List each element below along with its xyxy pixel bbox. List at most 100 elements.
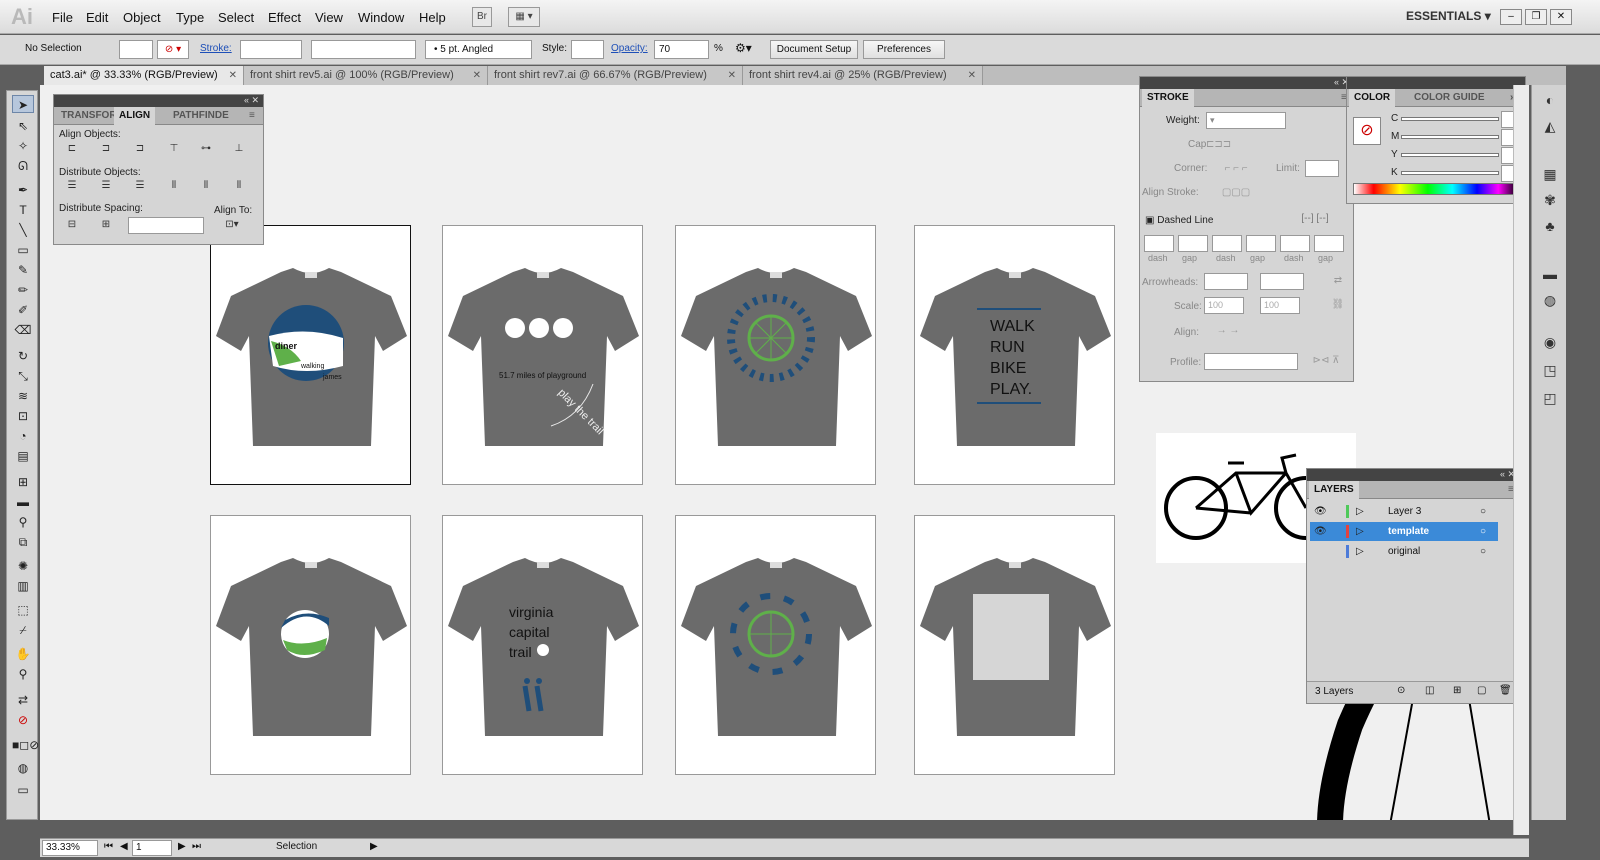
gap-field-3[interactable] [1314, 235, 1344, 252]
restore-icon[interactable]: ❐ [1525, 9, 1547, 25]
panel-header[interactable]: « ✕ [1140, 77, 1353, 89]
horizontal-align-left-icon[interactable]: ⊏ [62, 141, 82, 157]
artboard-tool-icon[interactable]: ⬚ [12, 601, 34, 619]
color-panel-icon[interactable]: ◐ [1540, 91, 1560, 109]
opacity-link[interactable]: Opacity: [611, 40, 648, 59]
tab-front-shirt-rev4[interactable]: front shirt rev4.ai @ 25% (RGB/Preview) ✕ [743, 66, 983, 85]
artboard-5[interactable] [210, 515, 411, 775]
warp-tool-icon[interactable]: ≋ [12, 387, 34, 405]
vertical-distribute-space-icon[interactable]: ⊟ [62, 217, 82, 233]
close-tab-icon[interactable]: ✕ [229, 66, 237, 85]
stroke-link[interactable]: Stroke: [200, 40, 232, 59]
spacing-value-field[interactable] [128, 217, 204, 234]
make-clipping-mask-icon[interactable]: ◫ [1425, 685, 1434, 696]
tab-align[interactable]: ALIGN [114, 107, 156, 125]
eraser-tool-icon[interactable]: ⌫ [12, 321, 34, 339]
menu-effect[interactable]: Effect [268, 10, 301, 25]
distribute-vcenter-icon[interactable]: ☰ [96, 178, 116, 194]
end-arrowhead-select[interactable] [1260, 273, 1304, 290]
tab-pathfinder[interactable]: PATHFINDE [168, 107, 234, 125]
direct-selection-tool-icon[interactable]: ⇖ [12, 117, 34, 135]
expand-triangle-icon[interactable]: ▷ [1356, 502, 1364, 521]
flip-profile-icon[interactable]: ⊳⊲ ⊼ [1306, 353, 1346, 369]
scale-tool-icon[interactable]: ⤡ [12, 367, 34, 385]
stroke-swatch-icon[interactable]: ⊘ ▾ [157, 40, 189, 59]
color-spectrum-bar[interactable] [1353, 183, 1519, 195]
cyan-slider[interactable] [1401, 117, 1499, 121]
brush-definition[interactable]: • 5 pt. Angled [425, 40, 532, 59]
rectangle-tool-icon[interactable]: ▭ [12, 241, 34, 259]
dash-field-2[interactable] [1212, 235, 1242, 252]
align-stroke-center-icon[interactable]: ▢▢▢ [1206, 185, 1266, 201]
distribute-right-icon[interactable]: ⫴ [229, 178, 249, 194]
artboard-4[interactable]: WALK RUN BIKE PLAY. [914, 225, 1115, 485]
profile-select[interactable] [1204, 353, 1298, 370]
status-menu-icon[interactable]: ▶ [370, 841, 378, 852]
magic-wand-tool-icon[interactable]: ✧ [12, 137, 34, 155]
vertical-align-top-icon[interactable]: ⊤ [164, 141, 184, 157]
tab-front-shirt-rev7[interactable]: front shirt rev7.ai @ 66.67% (RGB/Previe… [488, 66, 743, 85]
new-sublayer-icon[interactable]: ⊞ [1453, 685, 1461, 696]
line-tool-icon[interactable]: ╲ [12, 221, 34, 239]
close-tab-icon[interactable]: ✕ [728, 66, 736, 85]
link-scale-icon[interactable]: ⛓ [1328, 297, 1348, 313]
swap-fill-stroke-icon[interactable]: ⇄ [12, 691, 34, 709]
black-slider[interactable] [1401, 171, 1499, 175]
paintbrush-tool-icon[interactable]: ✎ [12, 261, 34, 279]
symbols-icon[interactable]: ♣ [1540, 217, 1560, 235]
distribute-bottom-icon[interactable]: ☰ [130, 178, 150, 194]
stroke-icon[interactable]: ▬ [1540, 265, 1560, 283]
arrange-documents-icon[interactable]: ▦ ▾ [508, 7, 540, 27]
preferences-button[interactable]: Preferences [863, 40, 945, 59]
graphic-style-picker[interactable] [571, 40, 604, 59]
miter-join-icon[interactable]: ⌐ ⌐ ⌐ [1206, 161, 1266, 177]
visibility-eye-icon[interactable]: 👁 [1314, 522, 1327, 541]
arrow-align-icon[interactable]: → → [1206, 323, 1250, 339]
menu-edit[interactable]: Edit [86, 10, 108, 25]
visibility-eye-icon[interactable]: 👁 [1314, 542, 1327, 561]
artboard-6[interactable]: virginia capital trail [442, 515, 643, 775]
align-to-selection-icon[interactable]: ⊡▾ [222, 217, 242, 233]
stroke-color-swatch-icon[interactable]: ⊘ [1353, 117, 1381, 145]
zoom-tool-icon[interactable]: ⚲ [12, 665, 34, 683]
artboard-number-field[interactable]: 1 [132, 840, 172, 856]
menu-type[interactable]: Type [176, 10, 204, 25]
zoom-field[interactable]: 33.33% [42, 840, 98, 856]
symbol-sprayer-tool-icon[interactable]: ✺ [12, 557, 34, 575]
panel-header[interactable] [1347, 77, 1525, 89]
mesh-tool-icon[interactable]: ⊞ [12, 473, 34, 491]
tab-transform[interactable]: TRANSFOR [56, 107, 122, 125]
gap-field-1[interactable] [1178, 235, 1208, 252]
minimize-icon[interactable]: – [1500, 9, 1522, 25]
new-layer-icon[interactable]: ▢ [1477, 685, 1486, 696]
fill-stroke-swatch-icon[interactable]: ⊘ [12, 711, 34, 729]
delete-layer-icon[interactable]: 🗑 [1499, 685, 1512, 696]
close-tab-icon[interactable]: ✕ [968, 66, 976, 85]
previous-artboard-icon[interactable]: ◀ [120, 841, 128, 852]
layers-icon[interactable]: ◰ [1540, 389, 1560, 407]
gradient-tool-icon[interactable]: ▬ [12, 493, 34, 511]
workspace-switcher[interactable]: ESSENTIALS ▾ [1406, 9, 1491, 23]
expand-triangle-icon[interactable]: ▷ [1356, 542, 1364, 561]
yellow-slider[interactable] [1401, 153, 1499, 157]
start-scale-field[interactable]: 100 [1204, 297, 1244, 314]
miter-limit-field[interactable] [1305, 160, 1339, 177]
document-setup-button[interactable]: Document Setup [770, 40, 858, 59]
panel-close-icon[interactable]: « ✕ [244, 95, 259, 106]
hand-tool-icon[interactable]: ✋ [12, 645, 34, 663]
tab-color[interactable]: COLOR [1349, 89, 1396, 107]
artboard-3[interactable] [675, 225, 876, 485]
graphic-styles-icon[interactable]: ◳ [1540, 361, 1560, 379]
stroke-weight-input[interactable]: ▾ [1206, 112, 1286, 129]
slice-tool-icon[interactable]: ⌿ [12, 621, 34, 639]
artboard-1[interactable]: diner walking james [210, 225, 411, 485]
layer-row-template[interactable]: 👁 ▷ template ○ [1310, 522, 1498, 541]
target-circle-icon[interactable]: ○ [1480, 522, 1486, 541]
screen-mode-icon[interactable]: ▭ [12, 781, 34, 799]
layer-name[interactable]: original [1388, 542, 1420, 561]
menu-select[interactable]: Select [218, 10, 254, 25]
next-artboard-icon[interactable]: ▶ [178, 841, 186, 852]
dashed-line-checkbox[interactable]: ▣ Dashed Line [1145, 215, 1213, 226]
drawing-mode-icon[interactable]: ◍ [12, 759, 34, 777]
dash-field-1[interactable] [1144, 235, 1174, 252]
